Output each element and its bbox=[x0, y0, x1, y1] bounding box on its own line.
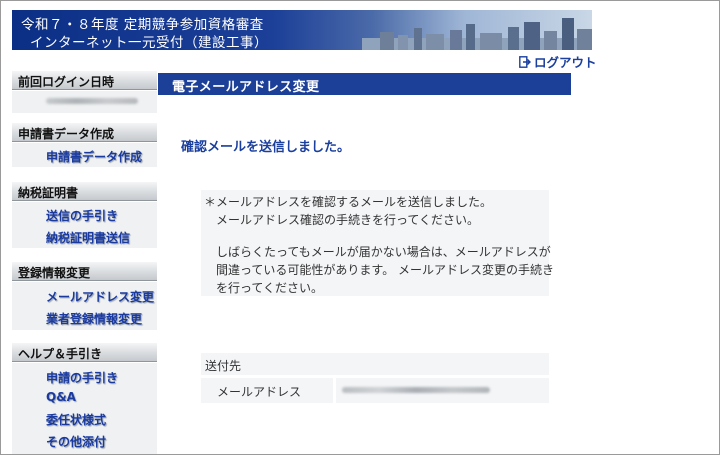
notice-line: しばらくたってもメールが届かない場合は、メールアドレスが bbox=[216, 245, 551, 259]
sidebar-item-company-info-change[interactable]: 業者登録情報変更 bbox=[46, 310, 142, 327]
sidebar-heading-last-login: 前回ログイン日時 bbox=[12, 71, 157, 90]
header-title-line2: インターネット一元受付（建設工事） bbox=[30, 35, 268, 50]
sidebar-heading-tax: 納税証明書 bbox=[12, 182, 157, 201]
notice-line: メールアドレス確認の手続きを行ってください。 bbox=[216, 213, 480, 227]
destination-email-row: メールアドレス bbox=[201, 378, 549, 403]
sidebar-heading-application: 申請書データ作成 bbox=[12, 123, 157, 142]
notice-line: を行ってください。 bbox=[216, 281, 324, 295]
header-title-line1: 令和７・８年度 定期競争参加資格審査 bbox=[21, 17, 264, 33]
sidebar-item-send-tax-certificate[interactable]: 納税証明書送信 bbox=[46, 229, 130, 246]
page-frame: 令和７・８年度 定期競争参加資格審査 インターネット一元受付（建設工事） ログア… bbox=[0, 0, 720, 455]
logout-icon bbox=[519, 55, 531, 68]
sidebar-heading-help: ヘルプ＆手引き bbox=[12, 343, 157, 362]
sidebar-item-other-attachments[interactable]: その他添付 bbox=[46, 433, 106, 450]
header-banner: 令和７・８年度 定期競争参加資格審査 インターネット一元受付（建設工事） bbox=[12, 10, 592, 50]
sidebar-item-sending-guide[interactable]: 送信の手引き bbox=[46, 207, 118, 224]
confirmation-message: 確認メールを送信しました。 bbox=[181, 140, 351, 155]
email-value-redacted bbox=[342, 387, 490, 393]
page-title: 電子メールアドレス変更 bbox=[158, 73, 571, 95]
destination-heading: 送付先 bbox=[201, 353, 549, 375]
sidebar-item-power-of-attorney[interactable]: 委任状様式 bbox=[46, 411, 106, 428]
sidebar-heading-registration: 登録情報変更 bbox=[12, 262, 157, 281]
notice-box: ＊ メールアドレスを確認するメールを送信しました。 メールアドレス確認の手続きを… bbox=[201, 190, 554, 296]
logout-link[interactable]: ログアウト bbox=[519, 52, 597, 71]
sidebar-item-create-application[interactable]: 申請書データ作成 bbox=[46, 148, 142, 165]
logout-label: ログアウト bbox=[534, 55, 597, 70]
sidebar-item-email-change[interactable]: メールアドレス変更 bbox=[46, 288, 154, 305]
last-login-value-redacted bbox=[46, 98, 138, 104]
notice-line: 間違っている可能性があります。 メールアドレス変更の手続き bbox=[216, 263, 555, 277]
notice-line: メールアドレスを確認するメールを送信しました。 bbox=[216, 195, 493, 209]
city-skyline-image bbox=[362, 18, 592, 50]
email-label: メールアドレス bbox=[201, 378, 333, 403]
sidebar-item-application-guide[interactable]: 申請の手引き bbox=[46, 369, 118, 386]
notice-marker: ＊ bbox=[204, 195, 217, 209]
sidebar-item-faq[interactable]: Q&A bbox=[46, 390, 76, 404]
email-value-cell bbox=[336, 378, 549, 403]
